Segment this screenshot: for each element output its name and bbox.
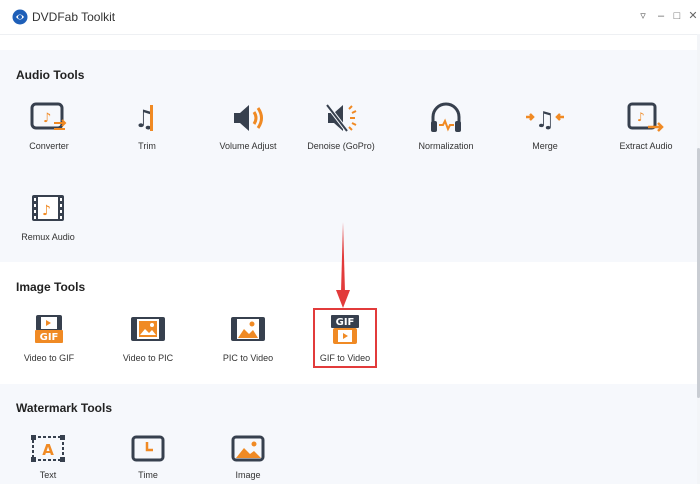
tool-text-watermark[interactable]: A Text bbox=[3, 434, 93, 480]
tool-label: Denoise (GoPro) bbox=[307, 141, 375, 151]
watermark-tools-title: Watermark Tools bbox=[16, 401, 113, 415]
volume-icon bbox=[234, 105, 263, 131]
merge-icon: ♫ bbox=[526, 108, 564, 133]
tool-label: Volume Adjust bbox=[219, 141, 277, 151]
text-watermark-icon: A bbox=[31, 435, 65, 462]
tool-label: Time bbox=[138, 470, 158, 480]
window-title: DVDFab Toolkit bbox=[32, 10, 116, 24]
tool-extract-audio[interactable]: ♪ Extract Audio bbox=[601, 101, 691, 151]
pic-to-video-icon bbox=[231, 317, 265, 341]
title-bar: DVDFab Toolkit ▿ – □ ✕ bbox=[0, 0, 700, 35]
tool-denoise[interactable]: Denoise (GoPro) bbox=[296, 101, 386, 151]
audio-tools-title: Audio Tools bbox=[16, 68, 85, 82]
tool-label: Normalization bbox=[418, 141, 474, 151]
video-to-pic-icon bbox=[131, 317, 165, 341]
extract-audio-icon: ♪ bbox=[627, 102, 664, 132]
close-icon[interactable]: ✕ bbox=[686, 9, 700, 23]
denoise-icon bbox=[325, 103, 357, 133]
tool-label: Video to PIC bbox=[122, 353, 174, 363]
arrow-indicator bbox=[336, 222, 350, 308]
headphones-icon bbox=[431, 102, 461, 132]
tool-video-to-pic[interactable]: Video to PIC bbox=[103, 313, 193, 363]
dvdfab-logo-icon bbox=[12, 9, 28, 25]
converter-icon: ♪ bbox=[30, 102, 67, 130]
tool-remux-audio[interactable]: ♪ Remux Audio bbox=[3, 192, 93, 242]
trim-icon: ♫ bbox=[134, 105, 156, 133]
svg-text:♪: ♪ bbox=[42, 203, 51, 219]
remux-audio-icon: ♪ bbox=[32, 195, 64, 221]
gif-badge: GIF bbox=[40, 332, 59, 343]
tool-label: Video to GIF bbox=[23, 353, 75, 363]
tool-label: Text bbox=[39, 470, 57, 480]
letter-a-glyph: A bbox=[42, 441, 54, 459]
tool-label: PIC to Video bbox=[222, 353, 274, 363]
time-watermark-icon bbox=[131, 435, 165, 462]
maximize-icon[interactable]: □ bbox=[670, 9, 684, 23]
tool-label: Trim bbox=[138, 141, 156, 151]
tool-time-watermark[interactable]: Time bbox=[103, 434, 193, 480]
tool-pic-to-video[interactable]: PIC to Video bbox=[203, 313, 293, 363]
svg-text:♫: ♫ bbox=[535, 108, 555, 133]
svg-text:♪: ♪ bbox=[43, 111, 51, 126]
tool-volume-adjust[interactable]: Volume Adjust bbox=[203, 101, 293, 151]
tool-label: Extract Audio bbox=[619, 141, 673, 151]
tool-normalization[interactable]: Normalization bbox=[401, 101, 491, 151]
tool-label: Remux Audio bbox=[21, 232, 75, 242]
tool-label: Converter bbox=[29, 141, 69, 151]
highlight-box bbox=[313, 308, 377, 368]
minimize-icon[interactable]: – bbox=[654, 9, 668, 23]
tool-merge[interactable]: ♫ Merge bbox=[500, 101, 590, 151]
tool-converter[interactable]: ♪ Converter bbox=[4, 101, 94, 151]
image-tools-title: Image Tools bbox=[16, 280, 86, 294]
svg-text:♪: ♪ bbox=[637, 110, 645, 124]
menu-icon[interactable]: ▿ bbox=[636, 9, 650, 23]
tool-label: Image bbox=[235, 470, 261, 480]
tool-trim[interactable]: ♫ Trim bbox=[102, 101, 192, 151]
tool-label: Merge bbox=[532, 141, 558, 151]
tool-video-to-gif[interactable]: GIF Video to GIF bbox=[4, 313, 94, 363]
image-watermark-icon bbox=[231, 435, 265, 462]
tool-image-watermark[interactable]: Image bbox=[203, 434, 293, 480]
video-to-gif-icon: GIF bbox=[35, 315, 63, 343]
